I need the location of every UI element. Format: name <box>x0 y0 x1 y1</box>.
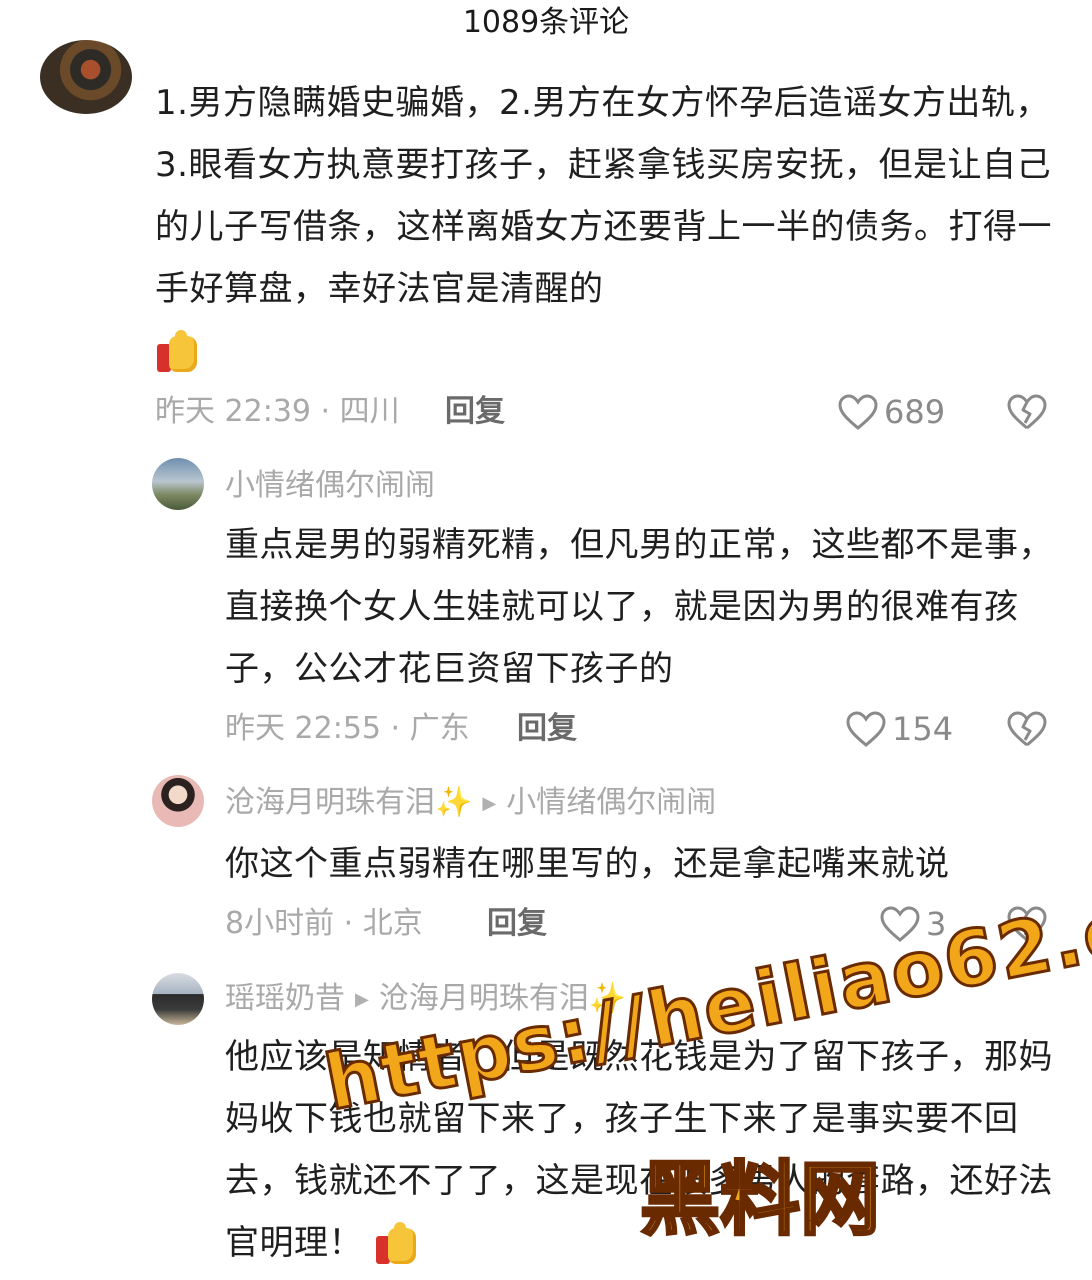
thumbs-up-icon <box>374 1221 420 1268</box>
avatar[interactable] <box>40 40 132 114</box>
reply-button[interactable]: 回复 <box>487 904 547 944</box>
like-button[interactable]: 154 <box>846 709 953 749</box>
reply-username[interactable]: 沧海月明珠有泪 <box>225 785 435 820</box>
reply-text: 你这个重点弱精在哪里写的，还是拿起嘴来就说 <box>225 844 950 884</box>
reply-button[interactable]: 回复 <box>517 709 577 749</box>
reply-text: 他应该是知情者，但是既然花钱是为了留下孩子，那妈妈收下钱也就留下来了，孩子生下来… <box>225 1026 1055 1274</box>
reply-username[interactable]: 小情绪偶尔闹闹 <box>225 466 435 506</box>
reply-to-username[interactable]: 小情绪偶尔闹闹 <box>506 785 716 820</box>
heart-icon <box>880 906 920 942</box>
reply-to-username[interactable]: 沧海月明珠有泪 <box>379 981 589 1016</box>
comment-text: 1.男方隐瞒婚史骗婚，2.男方在女方怀孕后造谣女方出轨，3.眼看女方执意要打孩子… <box>155 72 1055 382</box>
comment-body: 1.男方隐瞒婚史骗婚，2.男方在女方怀孕后造谣女方出轨，3.眼看女方执意要打孩子… <box>155 83 1052 309</box>
reply-button[interactable]: 回复 <box>445 392 505 432</box>
heart-icon <box>846 711 886 747</box>
like-count: 689 <box>884 393 946 431</box>
comment-count-title: 1089条评论 <box>462 5 630 40</box>
reply-body: 他应该是知情者，但是既然花钱是为了留下孩子，那妈妈收下钱也就留下来了，孩子生下来… <box>225 1037 1053 1263</box>
reply-arrow-icon: ▶ <box>482 792 497 814</box>
broken-heart-icon[interactable] <box>1006 710 1048 748</box>
sparkle-icon: ✨ <box>435 785 473 820</box>
reply-meta: 8小时前 · 北京 <box>225 906 423 941</box>
like-count: 154 <box>892 710 954 748</box>
thumbs-up-icon <box>155 329 201 376</box>
like-button[interactable]: 689 <box>838 392 945 432</box>
reply-username-line: 沧海月明珠有泪✨ ▶ 小情绪偶尔闹闹 <box>225 783 716 824</box>
reply-arrow-icon: ▶ <box>355 988 369 1010</box>
broken-heart-icon[interactable] <box>1006 393 1048 431</box>
reply-meta: 昨天 22:55 · 广东 <box>225 711 470 746</box>
like-count: 3 <box>926 905 947 943</box>
avatar[interactable] <box>152 458 204 510</box>
reply-username[interactable]: 瑶瑶奶昔 <box>225 981 345 1016</box>
sparkle-icon: ✨ <box>588 981 627 1016</box>
reply-text: 重点是男的弱精死精，但凡男的正常，这些都不是事，直接换个女人生娃就可以了，就是因… <box>225 525 1053 689</box>
reply-username-line: 瑶瑶奶昔 ▶ 沧海月明珠有泪✨ <box>225 979 626 1020</box>
like-button[interactable]: 3 <box>880 904 946 944</box>
comment-meta: 昨天 22:39 · 四川 <box>155 394 400 429</box>
avatar[interactable] <box>152 973 204 1025</box>
heart-icon <box>838 394 878 430</box>
broken-heart-icon[interactable] <box>1006 905 1048 943</box>
avatar[interactable] <box>152 775 204 827</box>
